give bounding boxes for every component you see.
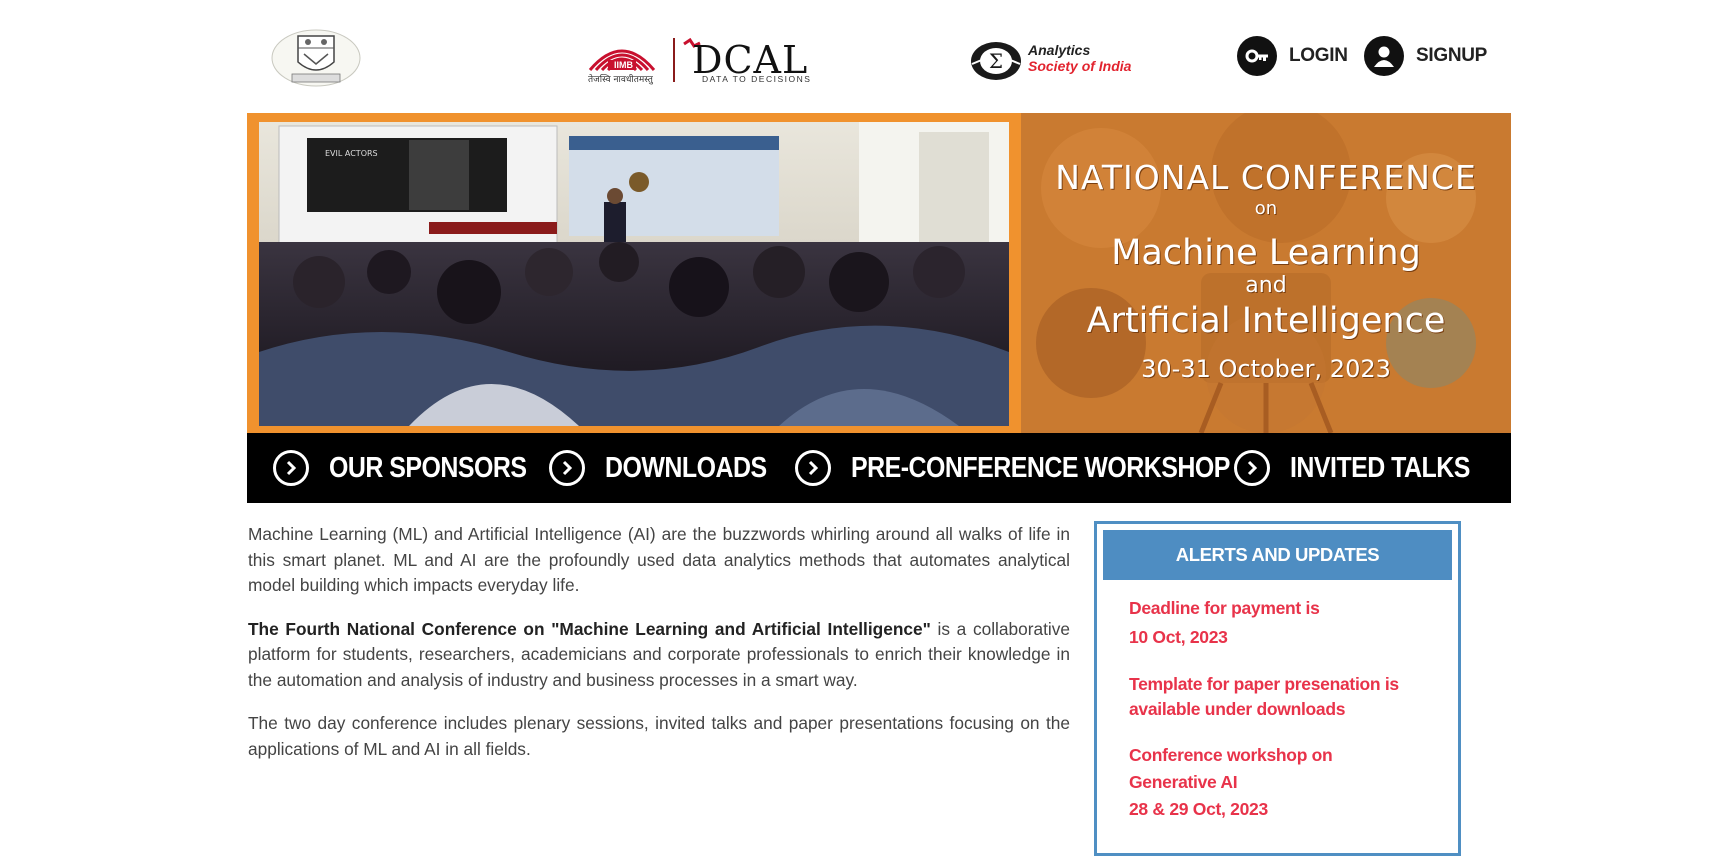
signup-link[interactable]: SIGNUP bbox=[1364, 36, 1487, 76]
sigma-emblem-icon: Σ bbox=[971, 42, 1021, 80]
alert-line: Template for paper presenation is bbox=[1129, 674, 1399, 694]
key-icon bbox=[1237, 36, 1277, 76]
alert-item[interactable]: Deadline for payment is 10 Oct, 2023 bbox=[1129, 594, 1452, 652]
about-paragraph: The Fourth National Conference on "Machi… bbox=[248, 617, 1070, 694]
nav-downloads[interactable]: DOWNLOADS bbox=[549, 433, 793, 503]
iimb-dcal-logo[interactable]: IIMB तेजस्वि नावधीतमस्तु DCAL DATA TO DE… bbox=[588, 36, 850, 86]
program-paragraph: The two day conference includes plenary … bbox=[248, 713, 1070, 759]
asi-line2: Society of India bbox=[1028, 58, 1132, 74]
alert-item[interactable]: Template for paper presenation is availa… bbox=[1129, 672, 1452, 722]
banner-line3: Machine Learning bbox=[1111, 233, 1421, 273]
dcal-tagline: DATA TO DECISIONS bbox=[702, 74, 812, 84]
nav-pre-conference-workshop[interactable]: PRE-CONFERENCE WORKSHOP bbox=[795, 433, 1292, 503]
signup-label: SIGNUP bbox=[1416, 45, 1488, 66]
conference-title: NATIONAL CONFERENCE on Machine Learning … bbox=[1021, 113, 1511, 433]
banner-line4: and bbox=[1245, 273, 1287, 298]
conference-title-panel: NATIONAL CONFERENCE on Machine Learning … bbox=[1021, 113, 1511, 433]
conference-photo-frame: EVIL ACTORS bbox=[247, 113, 1021, 433]
site-header: IIMB तेजस्वि नावधीतमस्तु DCAL DATA TO DE… bbox=[0, 0, 1724, 110]
chevron-right-circle-icon bbox=[273, 450, 309, 486]
iimb-text: IIMB bbox=[614, 60, 633, 70]
alerts-panel: ALERTS AND UPDATES Deadline for payment … bbox=[1094, 521, 1461, 856]
nav-label: PRE-CONFERENCE WORKSHOP bbox=[851, 451, 1230, 484]
nav-label: INVITED TALKS bbox=[1290, 451, 1470, 484]
asi-line1: Analytics bbox=[1028, 42, 1091, 58]
svg-text:EVIL ACTORS: EVIL ACTORS bbox=[325, 149, 378, 158]
conference-description: Machine Learning (ML) and Artificial Int… bbox=[248, 522, 1070, 780]
banner-line5: Artificial Intelligence bbox=[1086, 301, 1446, 341]
iimb-motto: तेजस्वि नावधीतमस्तु bbox=[588, 75, 653, 85]
banner-date: 30-31 October, 2023 bbox=[1141, 355, 1391, 383]
banner-line2: on bbox=[1254, 198, 1278, 219]
hero-banner: EVIL ACTORS NATIONAL CONFERENCE on Machi… bbox=[247, 113, 1511, 433]
intro-paragraph: Machine Learning (ML) and Artificial Int… bbox=[248, 524, 1070, 595]
chevron-right-circle-icon bbox=[1234, 450, 1270, 486]
nav-our-sponsors[interactable]: OUR SPONSORS bbox=[273, 433, 559, 503]
svg-text:Σ: Σ bbox=[989, 49, 1003, 73]
nav-label: OUR SPONSORS bbox=[329, 451, 527, 484]
alerts-title: ALERTS AND UPDATES bbox=[1103, 530, 1452, 580]
alert-line: available under downloads bbox=[1129, 699, 1346, 719]
login-label: LOGIN bbox=[1289, 45, 1348, 66]
nav-label: DOWNLOADS bbox=[605, 451, 767, 484]
main-nav: OUR SPONSORS DOWNLOADS PRE-CONFERENCE WO… bbox=[247, 433, 1511, 503]
alert-line: 28 & 29 Oct, 2023 bbox=[1129, 799, 1268, 819]
alert-line: Generative AI bbox=[1129, 772, 1238, 792]
alert-line: Deadline for payment is bbox=[1129, 598, 1320, 618]
login-link[interactable]: LOGIN bbox=[1237, 36, 1348, 76]
alert-item[interactable]: Conference workshop on Generative AI 28 … bbox=[1129, 742, 1452, 823]
alert-line: Conference workshop on bbox=[1129, 745, 1333, 765]
about-paragraph-bold: The Fourth National Conference on "Machi… bbox=[248, 618, 931, 639]
nav-invited-talks[interactable]: INVITED TALKS bbox=[1234, 433, 1499, 503]
chevron-right-circle-icon bbox=[549, 450, 585, 486]
conference-photo: EVIL ACTORS bbox=[259, 122, 1009, 426]
chevron-right-circle-icon bbox=[795, 450, 831, 486]
alerts-list[interactable]: Deadline for payment is 10 Oct, 2023 Tem… bbox=[1103, 580, 1452, 823]
user-icon bbox=[1364, 36, 1404, 76]
analytics-society-logo[interactable]: Σ Analytics Society of India bbox=[970, 40, 1170, 82]
college-crest-logo[interactable] bbox=[270, 28, 362, 88]
banner-line1: NATIONAL CONFERENCE bbox=[1055, 158, 1477, 197]
alert-line: 10 Oct, 2023 bbox=[1129, 627, 1228, 647]
